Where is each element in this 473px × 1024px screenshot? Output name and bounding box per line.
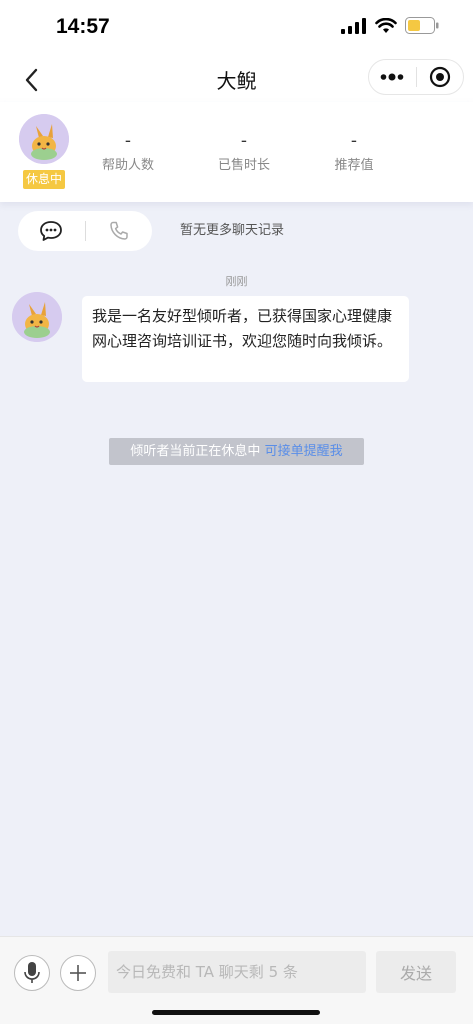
target-icon [429,66,450,88]
mini-program-capsule [368,59,464,95]
home-indicator [152,1010,320,1015]
status-time: 14:57 [56,15,110,38]
more-button[interactable] [369,60,416,94]
wifi-icon [375,17,397,33]
send-button[interactable]: 发送 [376,951,456,993]
stat-value: - [350,131,358,151]
listener-avatar[interactable] [19,114,69,164]
status-icons [341,17,439,34]
rabbit-avatar-icon [12,292,62,342]
voice-input-button[interactable] [14,955,50,991]
close-mini-program-button[interactable] [417,60,464,94]
stat-label: 帮助人数 [101,158,154,173]
no-more-history-text: 暂无更多聊天记录 [180,223,285,238]
listener-message-avatar[interactable] [12,292,62,342]
microphone-icon [24,962,40,983]
battery-icon [405,17,439,34]
message-input[interactable] [108,951,366,993]
status-bar: 14:57 [0,0,473,56]
stat-value: - [124,131,132,151]
stat-label: 已售时长 [217,158,270,173]
signal-icon [341,17,366,34]
nav-bar: 大鲵 [0,56,473,102]
message-bubble: 我是一名友好型倾听者，已获得国家心理健康网心理咨询培训证书，欢迎您随时向我倾诉。 [82,296,409,382]
plus-icon [70,965,86,981]
rabbit-avatar-icon [19,114,69,164]
stat-label: 推荐值 [334,158,374,173]
stat-sold-hours: - 已售时长 [194,130,294,173]
listener-profile: 休息中 - 帮助人数 - 已售时长 - 推荐值 [0,102,473,202]
more-dots-icon [380,73,404,81]
status-badge: 休息中 [23,170,65,189]
chat-mode-toggle [18,211,152,251]
rest-notice: 倾听者当前正在休息中 可接单提醒我 [109,438,364,465]
notify-me-link[interactable]: 可接单提醒我 [265,444,343,459]
stat-helped: - 帮助人数 [78,130,178,173]
stat-recommend: - 推荐值 [304,130,404,173]
message-time: 刚刚 [225,275,248,288]
text-chat-button[interactable] [18,211,85,251]
chat-bubble-icon [40,221,63,241]
rest-notice-text: 倾听者当前正在休息中 [130,444,261,459]
add-attachment-button[interactable] [60,955,96,991]
voice-call-button[interactable] [86,211,153,251]
phone-icon [110,221,128,240]
stat-value: - [240,131,248,151]
